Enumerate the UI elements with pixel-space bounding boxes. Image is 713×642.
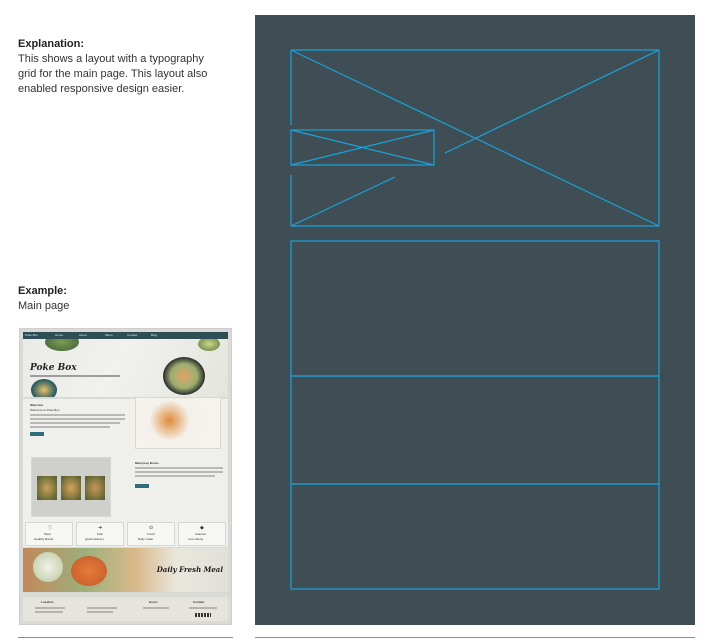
thumb-feature-title: Fresh bbox=[147, 532, 155, 536]
thumb-food-image bbox=[33, 552, 63, 582]
thumb-navbar: Poke Box Home About Menu Contact Blog bbox=[23, 332, 228, 339]
thumb-text-line bbox=[30, 414, 125, 416]
divider bbox=[18, 637, 233, 638]
thumb-text-line bbox=[30, 422, 120, 424]
thumb-footer-heading: Contact bbox=[193, 600, 205, 604]
clock-icon: ⊙ bbox=[149, 525, 154, 531]
wireframe-panel bbox=[255, 15, 695, 625]
thumb-footer-heading: Location bbox=[41, 600, 54, 604]
thumb-hero-title: Poke Box bbox=[30, 363, 77, 373]
thumb-text-line bbox=[87, 607, 117, 609]
thumb-text-line bbox=[35, 611, 63, 613]
thumb-bowl-image bbox=[31, 379, 57, 397]
thumb-text-line bbox=[189, 607, 217, 609]
thumb-banner-title: Daily Fresh Meal bbox=[156, 565, 223, 574]
thumb-bowl-image bbox=[163, 357, 205, 395]
thumb-text-line bbox=[135, 475, 215, 477]
thumb-button bbox=[135, 484, 149, 488]
hero-diagonal-b-lower bbox=[290, 176, 396, 227]
thumb-nav-brand: Poke Box bbox=[25, 333, 38, 337]
fork-icon: 🍴 bbox=[47, 525, 54, 531]
thumb-nav-item: Contact bbox=[127, 333, 138, 337]
thumb-feature-title: Calories bbox=[195, 532, 207, 536]
thumb-mealprep-image bbox=[31, 457, 111, 517]
thumb-text-line bbox=[135, 467, 223, 469]
thumb-text-line bbox=[143, 607, 169, 609]
thumb-button bbox=[30, 432, 44, 436]
thumb-feature-card: ⊙ Fresh Daily made bbox=[127, 522, 175, 546]
arrow-icon: ➜ bbox=[98, 525, 103, 531]
thumb-text-line bbox=[30, 418, 125, 420]
thumb-feature-text: Low calorie bbox=[188, 537, 204, 541]
thumb-text-line bbox=[30, 426, 110, 428]
thumb-nav-item: About bbox=[79, 333, 87, 337]
thumb-social-icons bbox=[195, 613, 211, 617]
thumb-feature-title: Fast bbox=[97, 532, 103, 536]
thumb-meal-heading: Meal prep Boxes bbox=[135, 461, 159, 465]
content-block-1 bbox=[290, 240, 660, 377]
thumb-feature-text: Daily made bbox=[138, 537, 154, 541]
thumb-avocado-image bbox=[198, 339, 220, 351]
hero-diagonal-b-upper bbox=[444, 49, 660, 154]
thumb-nav-item: Menu bbox=[105, 333, 113, 337]
content-block-2 bbox=[290, 375, 660, 485]
explanation-heading: Explanation: bbox=[18, 38, 85, 50]
example-heading: Example: bbox=[18, 285, 67, 297]
thumb-footer-heading: Hours bbox=[149, 600, 158, 604]
example-text: Main page bbox=[18, 300, 70, 312]
thumb-bowl-image bbox=[45, 339, 79, 351]
explanation-text: This shows a layout with a typography gr… bbox=[18, 53, 208, 95]
thumb-feature-text: Healthy Bowls bbox=[34, 537, 54, 541]
thumb-feature-title: Meal bbox=[44, 532, 51, 536]
wireframe-svg bbox=[290, 49, 660, 590]
thumb-food-image bbox=[71, 556, 107, 586]
thumb-feature-text: Quick delivery bbox=[85, 537, 104, 541]
thumb-welcome-sub: Welcome to Poke Box bbox=[30, 408, 60, 412]
thumb-feature-card: ◆ Calories Low calorie bbox=[178, 522, 226, 546]
divider bbox=[255, 637, 695, 638]
thumb-feature-card: 🍴 Meal Healthy Bowls bbox=[25, 522, 73, 546]
thumb-welcome-heading: Welcome bbox=[30, 403, 44, 407]
thumb-hero-subtitle bbox=[30, 375, 120, 377]
thumb-food-image bbox=[135, 397, 221, 449]
main-page-thumbnail: Poke Box Home About Menu Contact Blog Po… bbox=[19, 328, 232, 625]
content-block-3 bbox=[290, 483, 660, 590]
thumb-text-line bbox=[87, 611, 113, 613]
thumb-hero: Poke Box bbox=[23, 339, 228, 397]
thumb-nav-item: Blog bbox=[151, 333, 158, 337]
apple-icon: ◆ bbox=[200, 525, 204, 531]
thumb-nav-item: Home bbox=[55, 333, 64, 337]
thumb-feature-card: ➜ Fast Quick delivery bbox=[76, 522, 124, 546]
thumb-footer: Location Hours Contact bbox=[23, 597, 228, 621]
thumb-text-line bbox=[135, 471, 223, 473]
thumb-banner: Daily Fresh Meal bbox=[23, 548, 228, 592]
thumb-content-section: Welcome Welcome to Poke Box Meal prep Bo… bbox=[23, 397, 228, 547]
thumb-text-line bbox=[35, 607, 65, 609]
